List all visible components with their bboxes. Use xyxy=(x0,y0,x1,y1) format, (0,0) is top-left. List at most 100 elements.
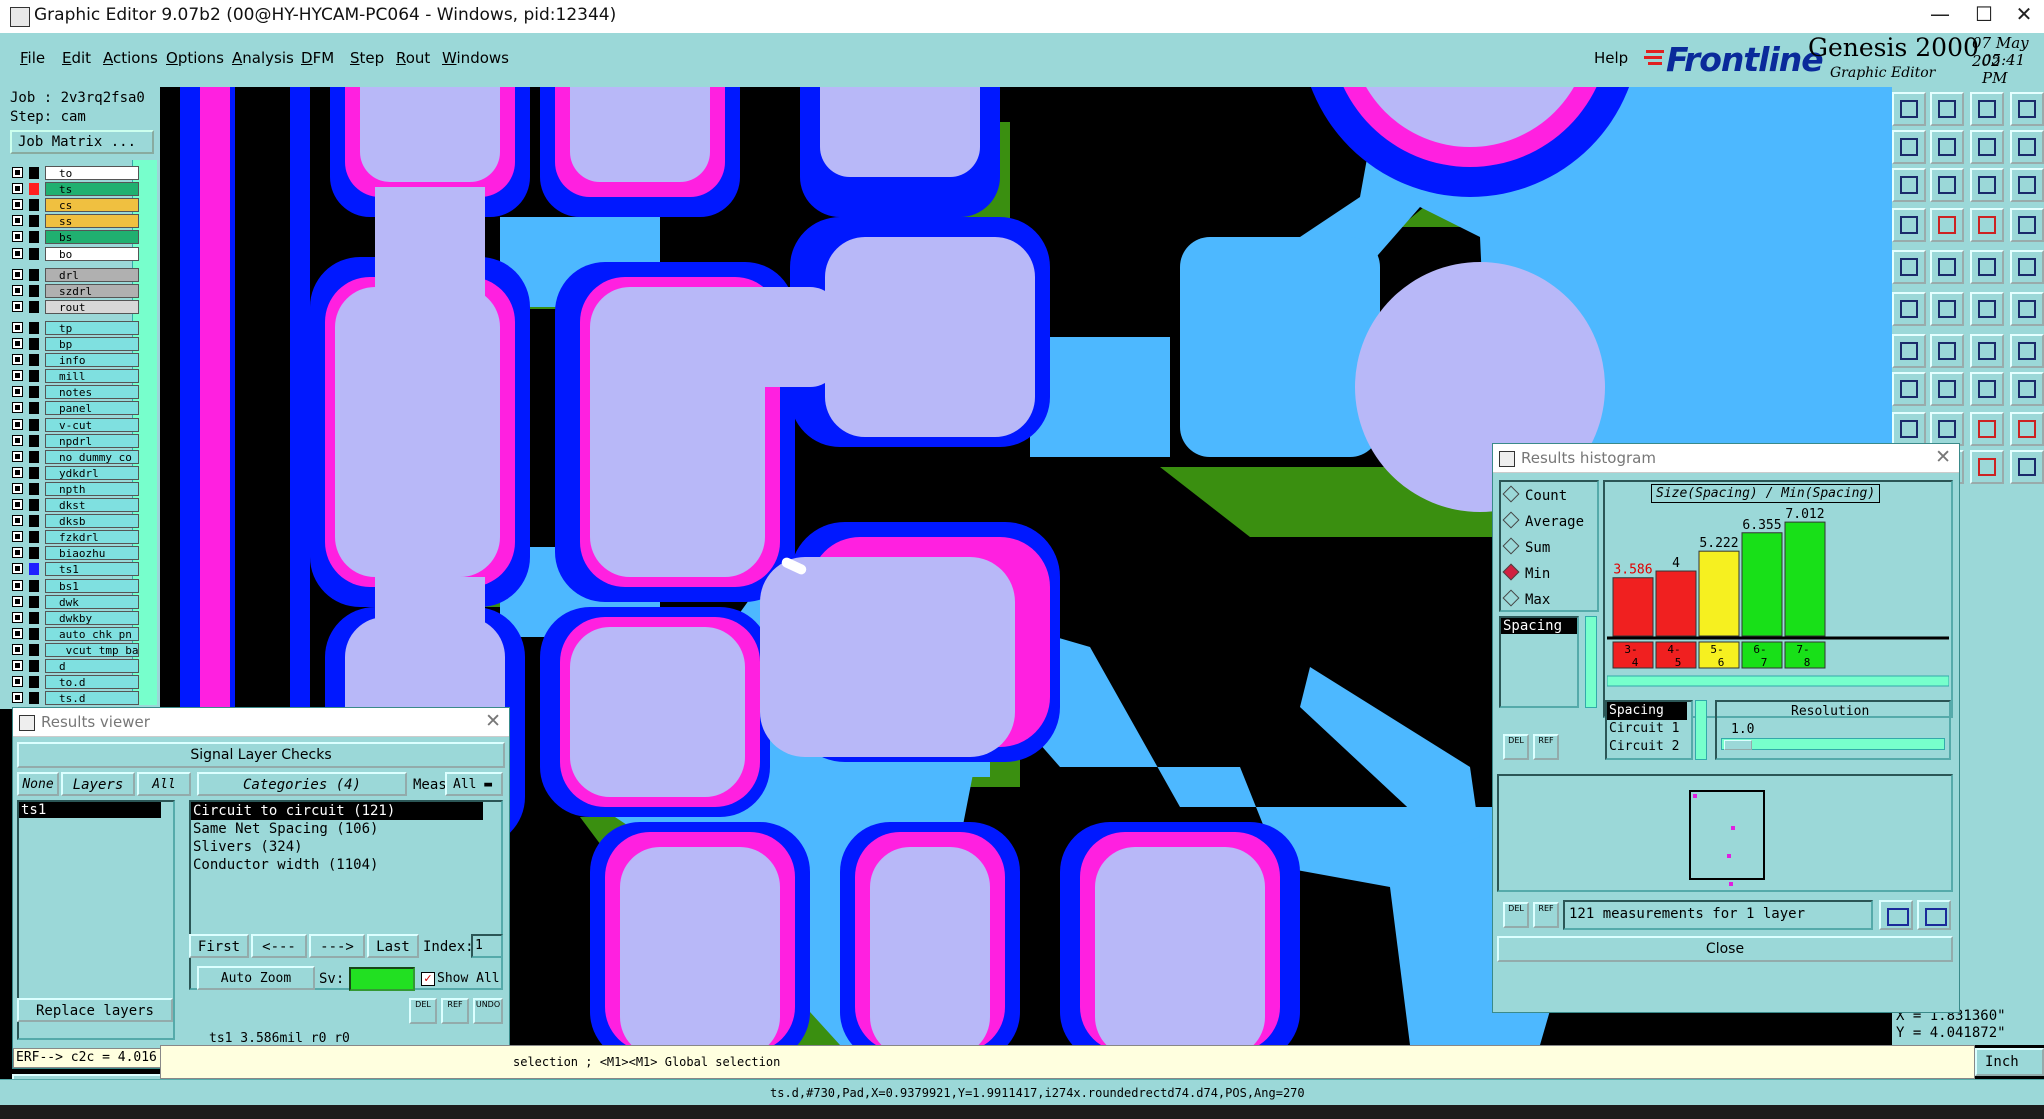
toolbar-tool-icon[interactable] xyxy=(1970,292,2004,326)
spacing-list-item[interactable]: Spacing xyxy=(1607,702,1687,720)
toolbar-tool-icon[interactable] xyxy=(1970,130,2004,164)
layer-checkbox[interactable] xyxy=(12,231,23,243)
toolbar-tool-icon[interactable] xyxy=(1970,208,2004,242)
histogram-left-scrollbar[interactable] xyxy=(1585,616,1597,708)
replace-layers-dropdown[interactable]: Replace layers xyxy=(17,998,173,1022)
toolbar-tool-icon[interactable] xyxy=(2010,450,2044,484)
layer-row[interactable]: szdrl xyxy=(12,283,139,299)
toolbar-tool-icon[interactable] xyxy=(1930,130,1964,164)
layer-checkbox[interactable] xyxy=(12,660,23,671)
next-button[interactable]: ---> xyxy=(309,934,365,958)
hist-ref-button[interactable]: REF xyxy=(1533,734,1559,760)
mode-radio-max[interactable]: Max xyxy=(1502,589,1550,608)
layer-checkbox[interactable] xyxy=(12,268,23,280)
units-dropdown[interactable]: Inch xyxy=(1975,1048,2044,1076)
menu-actions[interactable]: Actions xyxy=(103,49,158,67)
menu-options[interactable]: Options xyxy=(166,49,224,67)
all-button[interactable]: All xyxy=(137,772,191,796)
layer-name[interactable]: cs xyxy=(45,198,139,213)
layer-checkbox[interactable] xyxy=(12,402,23,414)
toolbar-tool-icon[interactable] xyxy=(1930,250,1964,284)
layer-checkbox[interactable] xyxy=(12,643,23,655)
layer-row[interactable]: drl xyxy=(12,267,139,283)
toolbar-tool-icon[interactable] xyxy=(1970,412,2004,446)
layer-name[interactable]: v-cut xyxy=(45,417,139,432)
layer-row[interactable]: cs xyxy=(12,198,139,213)
toolbar-tool-icon[interactable] xyxy=(1892,292,1926,326)
layer-checkbox[interactable] xyxy=(12,547,23,559)
layer-row[interactable]: rout xyxy=(12,299,139,315)
layer-name[interactable]: szdrl xyxy=(45,283,139,298)
layer-name[interactable]: fzkdrl xyxy=(45,530,139,545)
layer-checkbox[interactable] xyxy=(12,354,23,366)
layer-name[interactable]: bo xyxy=(45,246,139,261)
layer-row[interactable]: v-cut xyxy=(12,417,139,433)
layer-checkbox[interactable] xyxy=(12,627,23,639)
layer-checkbox[interactable] xyxy=(12,563,23,575)
layer-checkbox[interactable] xyxy=(12,434,23,446)
menu-dfm[interactable]: DFM xyxy=(301,49,334,67)
menu-file[interactable]: File xyxy=(20,49,45,67)
layers-button[interactable]: Layers xyxy=(61,772,135,796)
toolbar-tool-icon[interactable] xyxy=(1892,130,1926,164)
layer-name[interactable]: dwk xyxy=(45,594,139,609)
layer-row[interactable]: _vcut_tmp_ba xyxy=(12,642,139,658)
layer-name[interactable]: dkst xyxy=(45,498,139,512)
mode-radio-min[interactable]: Min xyxy=(1502,563,1550,582)
layer-checkbox[interactable] xyxy=(12,611,23,623)
layers-list-item[interactable]: ts1 xyxy=(19,802,161,818)
layer-row[interactable]: tp xyxy=(12,320,139,336)
histogram-close-button[interactable]: Close xyxy=(1497,936,1953,962)
toolbar-tool-icon[interactable] xyxy=(1930,168,1964,202)
layer-row[interactable]: notes xyxy=(12,385,139,400)
layer-name[interactable]: dwkby xyxy=(45,610,139,625)
none-button[interactable]: None xyxy=(17,772,59,796)
prev-button[interactable]: <--- xyxy=(251,934,307,958)
layer-row[interactable]: ydkdrl xyxy=(12,465,139,481)
layer-row[interactable]: ss xyxy=(12,214,139,229)
close-icon[interactable]: ✕ xyxy=(1935,446,1951,468)
layer-name[interactable]: to xyxy=(45,166,139,180)
layer-row[interactable]: npth xyxy=(12,481,139,497)
layer-checkbox[interactable] xyxy=(12,692,23,704)
layer-row[interactable]: bp xyxy=(12,337,139,352)
minimize-button[interactable]: — xyxy=(1920,2,1960,26)
layer-name[interactable]: auto_chk_pn xyxy=(45,626,139,641)
toolbar-tool-icon[interactable] xyxy=(1970,168,2004,202)
menu-windows[interactable]: Windows xyxy=(442,49,509,67)
menu-step[interactable]: Step xyxy=(350,49,384,67)
layer-name[interactable]: ss xyxy=(45,214,139,229)
toolbar-tool-icon[interactable] xyxy=(1970,92,2004,126)
layer-checkbox[interactable] xyxy=(12,183,23,195)
toolbar-tool-icon[interactable] xyxy=(1970,372,2004,406)
ref-button[interactable]: REF xyxy=(441,998,469,1024)
layer-name[interactable]: mill xyxy=(45,369,139,384)
layer-checkbox[interactable] xyxy=(12,321,23,333)
toolbar-tool-icon[interactable] xyxy=(2010,372,2044,406)
layer-checkbox[interactable] xyxy=(12,515,23,527)
menu-rout[interactable]: Rout xyxy=(396,49,430,67)
layer-checkbox[interactable] xyxy=(12,466,23,478)
categories-list[interactable]: Circuit to circuit (121) Same Net Spacing… xyxy=(189,800,503,990)
layer-row[interactable]: to xyxy=(12,166,139,181)
layer-row[interactable]: dwk xyxy=(12,594,139,610)
layer-name[interactable]: tp xyxy=(45,320,139,335)
toolbar-tool-icon[interactable] xyxy=(2010,168,2044,202)
layer-checkbox[interactable] xyxy=(12,167,23,178)
meas-dropdown[interactable]: All ▬ xyxy=(445,772,503,796)
menu-help[interactable]: Help xyxy=(1594,49,1628,67)
toolbar-tool-icon[interactable] xyxy=(1970,250,2004,284)
last-button[interactable]: Last xyxy=(367,934,419,958)
category-list-item[interactable]: Conductor width (1104) xyxy=(191,856,483,874)
layer-name[interactable]: ts1 xyxy=(45,562,139,577)
toolbar-tool-icon[interactable] xyxy=(2010,412,2044,446)
toolbar-tool-icon[interactable] xyxy=(2010,92,2044,126)
layer-row[interactable]: d xyxy=(12,659,139,674)
layer-name[interactable]: biaozhu xyxy=(45,546,139,561)
hist-del-button-2[interactable]: DEL xyxy=(1503,902,1529,928)
histogram-chart[interactable]: 3.5863-444-55.2225-66.3556-77.0127-8 xyxy=(1607,504,1949,714)
toolbar-tool-icon[interactable] xyxy=(2010,130,2044,164)
layer-name[interactable]: bs xyxy=(45,230,139,245)
layer-name[interactable]: rout xyxy=(45,299,139,314)
layer-checkbox[interactable] xyxy=(12,482,23,494)
